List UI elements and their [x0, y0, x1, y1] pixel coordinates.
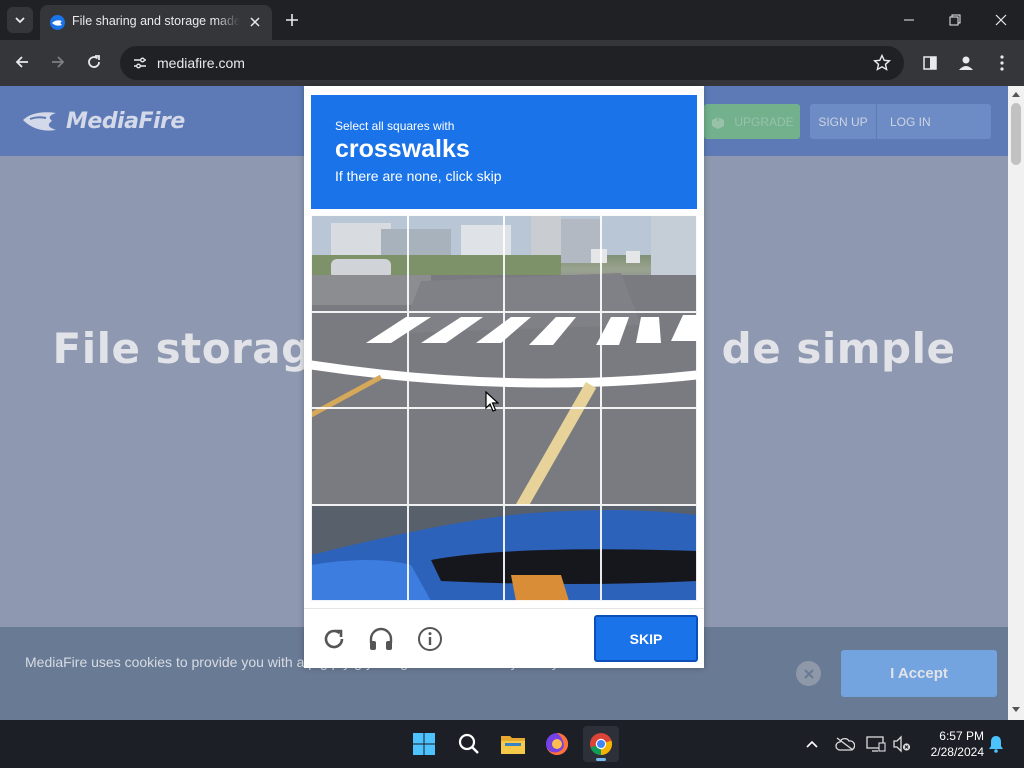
- refresh-icon: [324, 629, 344, 649]
- active-app-indicator: [596, 758, 606, 761]
- tab-close-icon[interactable]: [246, 13, 264, 31]
- reload-icon: [88, 55, 100, 68]
- skip-button[interactable]: SKIP: [594, 615, 698, 662]
- minimize-icon: [904, 19, 914, 21]
- captcha-keyword: crosswalks: [335, 135, 470, 163]
- close-icon: [995, 14, 1007, 26]
- onedrive-tray-icon[interactable]: [835, 734, 855, 754]
- reload-button[interactable]: [80, 48, 108, 76]
- mouse-cursor-icon: [485, 391, 499, 412]
- audio-challenge-button[interactable]: [365, 623, 397, 655]
- address-bar[interactable]: mediafire.com: [120, 46, 904, 80]
- profile-icon: [959, 56, 973, 70]
- captcha-tile[interactable]: [504, 504, 601, 601]
- captcha-tile[interactable]: [600, 215, 697, 312]
- chevron-up-icon: [806, 740, 818, 748]
- info-button[interactable]: [414, 623, 446, 655]
- scroll-thumb[interactable]: [1011, 103, 1021, 165]
- show-hidden-icons-button[interactable]: [802, 734, 822, 754]
- arrow-right-icon: [52, 56, 65, 68]
- browser-title-bar: File sharing and storage made simple: [0, 0, 1024, 40]
- tab-title: File sharing and storage made simple: [72, 14, 240, 28]
- url-text[interactable]: mediafire.com: [157, 55, 245, 71]
- side-panel-button[interactable]: [917, 50, 943, 76]
- chrome-icon: [590, 733, 613, 756]
- info-icon: [418, 627, 442, 651]
- scroll-up-icon[interactable]: [1012, 90, 1020, 98]
- captcha-divider: [304, 608, 704, 609]
- captcha-instruction: Select all squares with: [335, 119, 455, 133]
- captcha-tile[interactable]: [504, 408, 601, 505]
- clock-date: 2/28/2024: [930, 745, 984, 759]
- captcha-image-grid: [311, 215, 697, 601]
- site-settings-icon[interactable]: [128, 51, 152, 75]
- plus-icon: [286, 14, 298, 26]
- forward-button[interactable]: [44, 48, 72, 76]
- captcha-tile[interactable]: [600, 311, 697, 408]
- windows-logo-icon: [413, 733, 435, 755]
- taskbar-clock[interactable]: 6:57 PM 2/28/2024: [922, 728, 984, 760]
- captcha-tile[interactable]: [600, 408, 697, 505]
- back-button[interactable]: [8, 48, 36, 76]
- search-icon: [458, 733, 479, 754]
- captcha-tile[interactable]: [504, 215, 601, 312]
- captcha-tile[interactable]: [407, 215, 504, 312]
- scroll-down-icon[interactable]: [1012, 706, 1020, 714]
- minimize-button[interactable]: [886, 0, 932, 40]
- captcha-tile[interactable]: [311, 311, 408, 408]
- tab-search-button[interactable]: [7, 7, 33, 33]
- close-window-button[interactable]: [978, 0, 1024, 40]
- start-button[interactable]: [406, 726, 442, 762]
- browser-tab[interactable]: File sharing and storage made simple: [40, 5, 272, 40]
- captcha-tile[interactable]: [407, 408, 504, 505]
- captcha-header: Select all squares with crosswalks If th…: [311, 95, 697, 209]
- network-tray-icon[interactable]: [866, 734, 886, 754]
- headphones-icon: [369, 627, 393, 650]
- firefox-icon: [546, 732, 569, 755]
- firefox-button[interactable]: [539, 726, 575, 762]
- profile-button[interactable]: [953, 50, 979, 76]
- restore-button[interactable]: [932, 0, 978, 40]
- volume-muted-tray-icon[interactable]: [892, 734, 912, 754]
- restore-icon: [949, 14, 961, 26]
- bell-icon: [989, 736, 1003, 753]
- mediafire-favicon-icon: [50, 15, 65, 30]
- clock-time: 6:57 PM: [939, 729, 984, 743]
- folder-icon: [501, 736, 525, 754]
- chevron-down-icon: [15, 17, 25, 24]
- browser-menu-button[interactable]: [989, 50, 1015, 76]
- captcha-tile[interactable]: [407, 504, 504, 601]
- kebab-menu-icon: [1000, 55, 1004, 71]
- notifications-button[interactable]: [986, 734, 1006, 754]
- new-tab-button[interactable]: [280, 8, 304, 32]
- captcha-subtext: If there are none, click skip: [335, 168, 502, 184]
- page-scrollbar[interactable]: [1008, 86, 1024, 720]
- side-panel-icon: [923, 56, 937, 70]
- captcha-tile[interactable]: [311, 215, 408, 312]
- arrow-left-icon: [15, 56, 28, 68]
- captcha-tile[interactable]: [311, 408, 408, 505]
- refresh-challenge-button[interactable]: [318, 623, 350, 655]
- taskbar-search-button[interactable]: [451, 726, 487, 762]
- chrome-button[interactable]: [583, 726, 619, 762]
- browser-toolbar: mediafire.com: [0, 40, 1024, 86]
- captcha-tile[interactable]: [600, 504, 697, 601]
- captcha-tile[interactable]: [311, 504, 408, 601]
- file-explorer-button[interactable]: [495, 726, 531, 762]
- windows-taskbar: 6:57 PM 2/28/2024: [0, 720, 1024, 768]
- captcha-challenge: Select all squares with crosswalks If th…: [304, 86, 704, 668]
- bookmark-star-icon[interactable]: [872, 53, 892, 73]
- captcha-tile[interactable]: [504, 311, 601, 408]
